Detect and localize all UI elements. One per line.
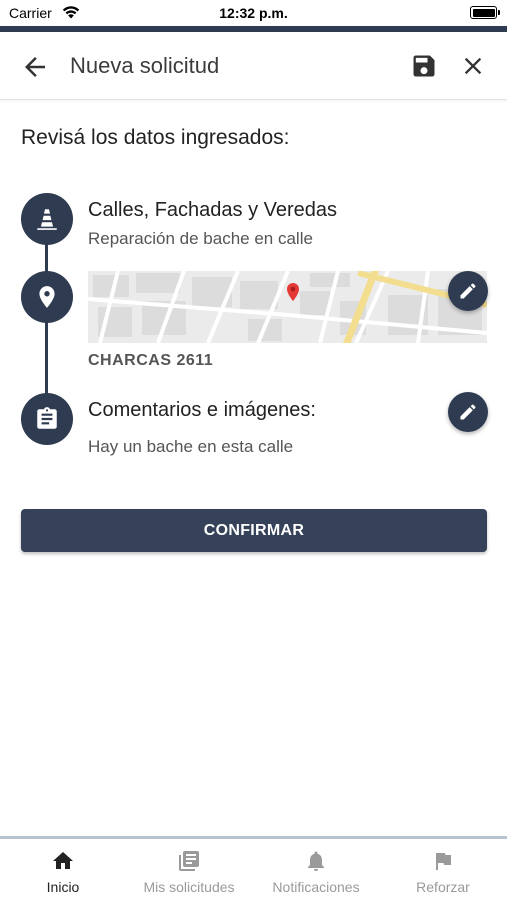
bottom-nav: Inicio Mis solicitudes Notificaciones Re…	[0, 836, 507, 900]
back-arrow-icon[interactable]	[20, 52, 50, 82]
nav-label: Mis solicitudes	[143, 879, 235, 895]
pencil-icon	[460, 404, 476, 420]
home-icon	[53, 852, 73, 869]
category-step-icon	[21, 193, 73, 245]
category-subtitle: Reparación de bache en calle	[88, 229, 313, 248]
location-step-icon	[21, 271, 73, 323]
category-title: Calles, Fachadas y Veredas	[88, 199, 338, 221]
nav-item-inicio[interactable]: Inicio	[0, 839, 126, 900]
battery-icon	[470, 6, 500, 19]
edit-location-button[interactable]	[448, 271, 488, 311]
bell-icon	[308, 851, 324, 871]
nav-item-mis-solicitudes[interactable]: Mis solicitudes	[126, 839, 252, 900]
comments-step-icon	[21, 393, 73, 445]
nav-item-notificaciones[interactable]: Notificaciones	[253, 839, 379, 900]
page-title: Nueva solicitud	[70, 53, 220, 78]
edit-comments-button[interactable]	[448, 392, 488, 432]
cone-icon	[37, 209, 57, 230]
flag-icon	[436, 853, 451, 870]
pencil-icon	[460, 283, 476, 299]
save-icon[interactable]	[410, 52, 438, 80]
comments-title: Comentarios e imágenes:	[88, 399, 316, 421]
nav-item-reforzar[interactable]: Reforzar	[380, 839, 506, 900]
newspaper-icon	[179, 851, 199, 871]
location-map[interactable]	[88, 271, 487, 343]
location-address: CHARCAS 2611	[88, 352, 214, 369]
status-bar: Carrier 12:32 p.m.	[0, 0, 507, 26]
nav-label: Inicio	[46, 879, 80, 895]
app-header: Nueva solicitud	[0, 32, 507, 100]
close-icon[interactable]	[459, 52, 487, 80]
review-heading: Revisá los datos ingresados:	[21, 126, 290, 149]
nav-label: Notificaciones	[272, 879, 360, 895]
timeline-connector	[45, 318, 48, 404]
nav-label: Reforzar	[416, 879, 470, 895]
clipboard-icon	[37, 407, 57, 429]
comments-text: Hay un bache en esta calle	[88, 437, 294, 456]
map-pin-icon	[39, 286, 55, 308]
confirm-button[interactable]: CONFIRMAR	[21, 509, 487, 552]
clock: 12:32 p.m.	[219, 5, 288, 21]
